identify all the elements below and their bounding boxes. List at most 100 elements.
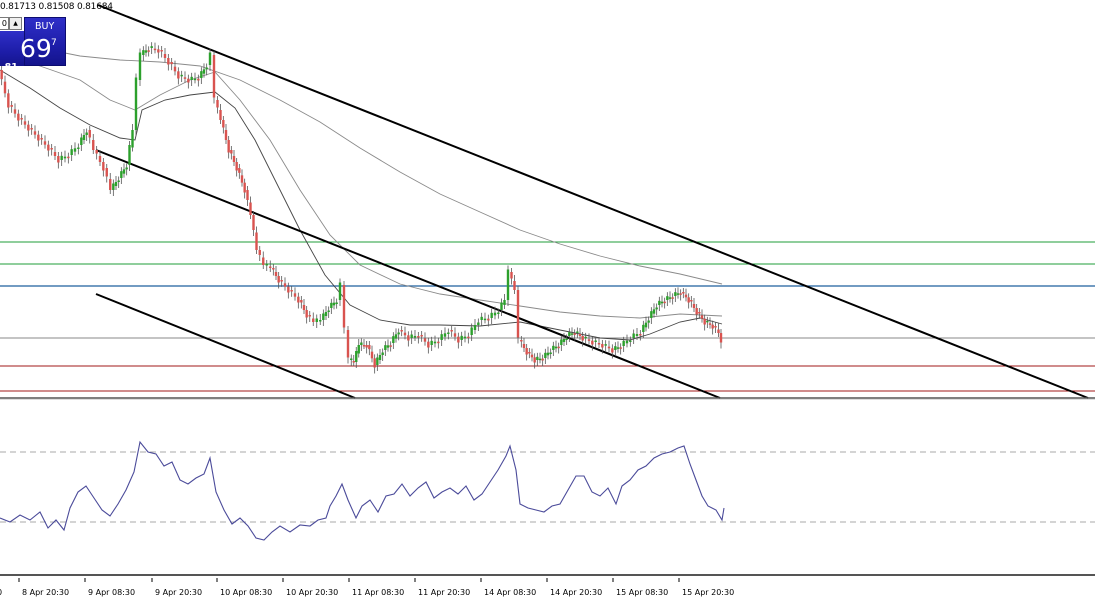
candle-bearish xyxy=(487,318,490,321)
candle-bullish xyxy=(470,327,473,335)
candle-bullish xyxy=(614,346,617,350)
candle-bullish xyxy=(594,340,597,342)
candle-bearish xyxy=(423,338,427,342)
candle-bullish xyxy=(200,71,203,78)
candle-bullish xyxy=(128,145,131,165)
buy-price-superscript: 7 xyxy=(51,38,57,48)
price-chart-pane[interactable] xyxy=(0,0,1095,400)
candle-bearish xyxy=(252,215,255,230)
buy-button[interactable]: BUY 69 7 xyxy=(20,17,66,66)
candle-bullish xyxy=(565,338,568,340)
candle-bearish xyxy=(183,77,187,79)
candle-bullish xyxy=(180,74,183,77)
candle-bearish xyxy=(98,156,102,162)
trendline-lower[interactable] xyxy=(95,293,356,399)
candle-bullish xyxy=(190,76,193,80)
candle-bullish xyxy=(338,282,342,300)
candle-bullish xyxy=(635,334,639,336)
candle-bullish xyxy=(668,297,672,299)
candle-bearish xyxy=(601,344,604,348)
candle-bearish xyxy=(403,332,407,336)
candle-bearish xyxy=(453,333,457,337)
candle-bearish xyxy=(305,310,308,318)
candle-bullish xyxy=(208,52,212,65)
trendline-upper[interactable] xyxy=(97,4,1089,399)
candle-bearish xyxy=(109,179,112,190)
candle-bearish xyxy=(57,156,60,163)
candle-bearish xyxy=(92,140,95,150)
candle-bearish xyxy=(222,120,225,128)
candle-bearish xyxy=(258,250,261,255)
candle-bullish xyxy=(604,344,607,346)
candle-bearish xyxy=(671,297,674,299)
candle-bearish xyxy=(153,48,157,51)
time-axis-label: 10 Apr 20:30 xyxy=(286,588,338,597)
candle-bearish xyxy=(219,110,222,120)
candle-bullish xyxy=(150,46,153,48)
candle-bullish xyxy=(483,318,487,321)
candle-bearish xyxy=(27,124,30,131)
candle-bearish xyxy=(102,162,105,171)
candle-bullish xyxy=(629,340,632,342)
candle-bearish xyxy=(173,66,177,72)
candle-bearish xyxy=(230,150,233,154)
candle-bullish xyxy=(350,358,353,360)
time-axis-label: 9 Apr 08:30 xyxy=(88,588,135,597)
candle-bearish xyxy=(297,296,300,303)
candle-bearish xyxy=(400,330,403,332)
lot-size-input[interactable]: 0 xyxy=(0,17,9,30)
candle-bearish xyxy=(53,152,57,156)
candle-bullish xyxy=(378,355,382,360)
candle-bearish xyxy=(541,358,544,361)
candle-bullish xyxy=(205,67,208,70)
trading-chart[interactable]: 0 8 Apr 20:30 9 Apr 08:30 9 Apr 20:30 10 Apr… xyxy=(0,0,1095,600)
candle-bearish xyxy=(88,130,91,138)
candle-bearish xyxy=(708,323,712,325)
candle-bearish xyxy=(698,312,701,314)
candle-bullish xyxy=(493,312,497,316)
candle-bearish xyxy=(167,58,170,65)
candle-bullish xyxy=(490,312,493,318)
candle-bearish xyxy=(437,341,440,344)
candle-bearish xyxy=(525,348,528,355)
candle-bullish xyxy=(360,342,363,345)
candle-bearish xyxy=(293,293,297,297)
buy-price-big: 69 xyxy=(20,34,52,63)
candle-bearish xyxy=(290,290,293,292)
candle-bearish xyxy=(457,336,460,343)
candle-bearish xyxy=(365,345,368,348)
time-axis-label: 11 Apr 08:30 xyxy=(352,588,404,597)
candle-bearish xyxy=(389,345,392,347)
candle-bullish xyxy=(142,50,145,55)
candle-bearish xyxy=(40,138,43,140)
candle-bullish xyxy=(138,52,142,80)
trendline-middle[interactable] xyxy=(95,149,721,399)
candle-bearish xyxy=(663,301,666,304)
buy-label: BUY xyxy=(35,21,55,32)
candle-bearish xyxy=(513,281,516,290)
candle-bearish xyxy=(557,346,560,349)
candle-bullish xyxy=(655,307,658,310)
candle-bearish xyxy=(684,294,688,298)
candle-bearish xyxy=(619,347,622,349)
candle-bullish xyxy=(410,334,413,338)
candle-bullish xyxy=(473,325,477,330)
candle-bullish xyxy=(644,322,648,328)
lot-stepper-up-icon[interactable]: ▲ xyxy=(9,17,22,30)
candle-bullish xyxy=(265,264,268,266)
rsi-indicator-pane[interactable] xyxy=(0,400,1095,578)
candle-bearish xyxy=(280,280,283,282)
candle-bullish xyxy=(82,135,86,140)
candle-bearish xyxy=(695,308,698,315)
candle-bullish xyxy=(674,292,677,296)
candle-bullish xyxy=(666,296,669,300)
candle-bullish xyxy=(552,345,555,350)
candle-bullish xyxy=(503,300,506,305)
candle-bullish xyxy=(560,339,563,345)
candle-bearish xyxy=(407,335,410,341)
candle-bearish xyxy=(607,346,611,349)
candle-bullish xyxy=(332,302,336,306)
candle-bullish xyxy=(549,352,552,354)
time-axis-label: 15 Apr 20:30 xyxy=(682,588,734,597)
candle-bearish xyxy=(33,131,37,135)
